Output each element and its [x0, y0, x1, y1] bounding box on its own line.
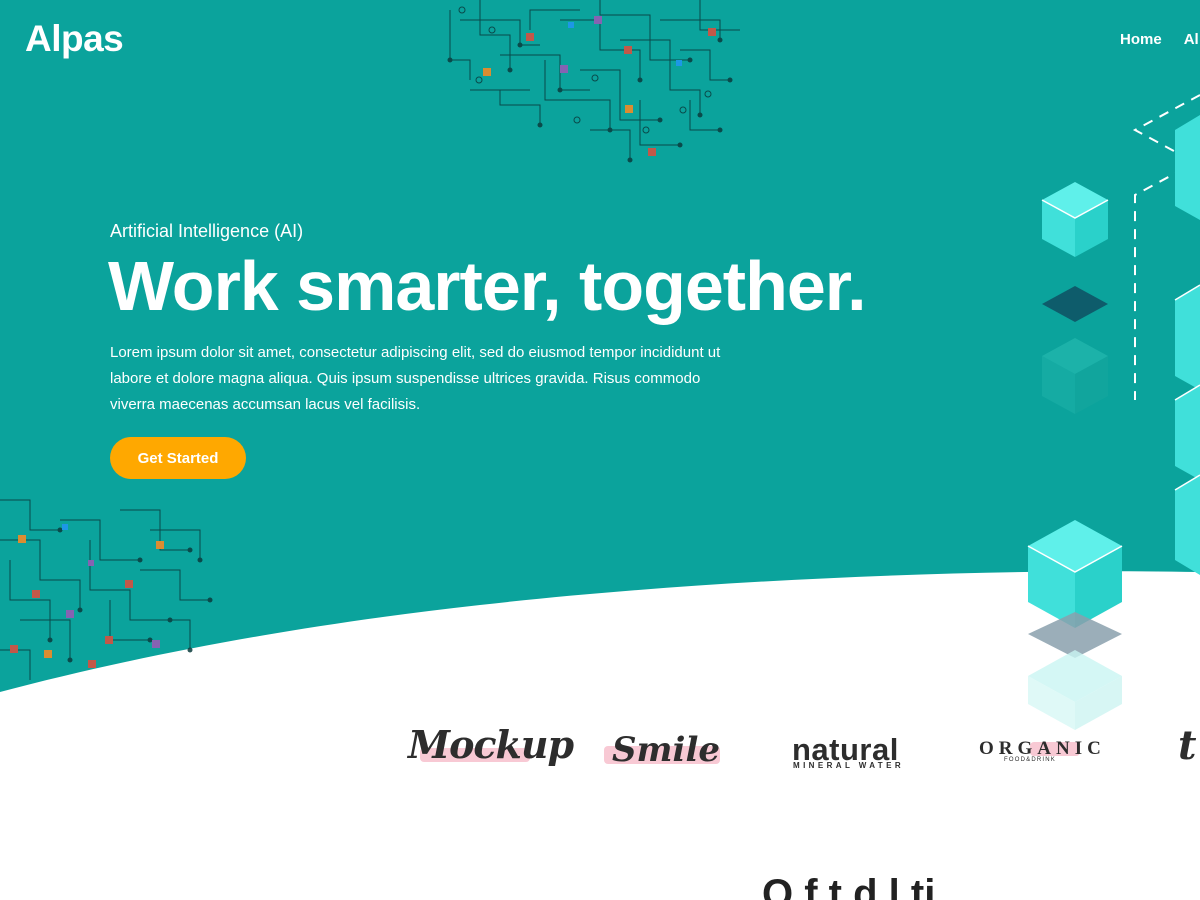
client-logo-natural-tagline: MINERAL WATER: [793, 761, 905, 770]
client-logo-mockup: Mockup: [408, 722, 574, 767]
client-logo-partial: t: [1178, 722, 1197, 769]
site-logo[interactable]: Alpas: [25, 18, 124, 60]
get-started-button[interactable]: Get Started: [110, 437, 246, 479]
hero-section: Alpas Home Al Artificial Intelligence (A…: [0, 0, 1200, 900]
hero-description: Lorem ipsum dolor sit amet, consectetur …: [110, 344, 721, 413]
client-logo-smile: Smile: [612, 730, 720, 770]
client-logo-organic-tagline: FOOD&DRINK: [1004, 757, 1057, 763]
main-nav: Home Al: [1120, 31, 1199, 48]
nav-item-about[interactable]: Al: [1184, 31, 1199, 48]
section-title: O f t d l ti: [762, 872, 936, 900]
nav-item-home[interactable]: Home: [1120, 31, 1162, 48]
hero-eyebrow: Artificial Intelligence (AI): [110, 221, 304, 241]
hero-headline: Work smarter, together.: [108, 247, 867, 325]
